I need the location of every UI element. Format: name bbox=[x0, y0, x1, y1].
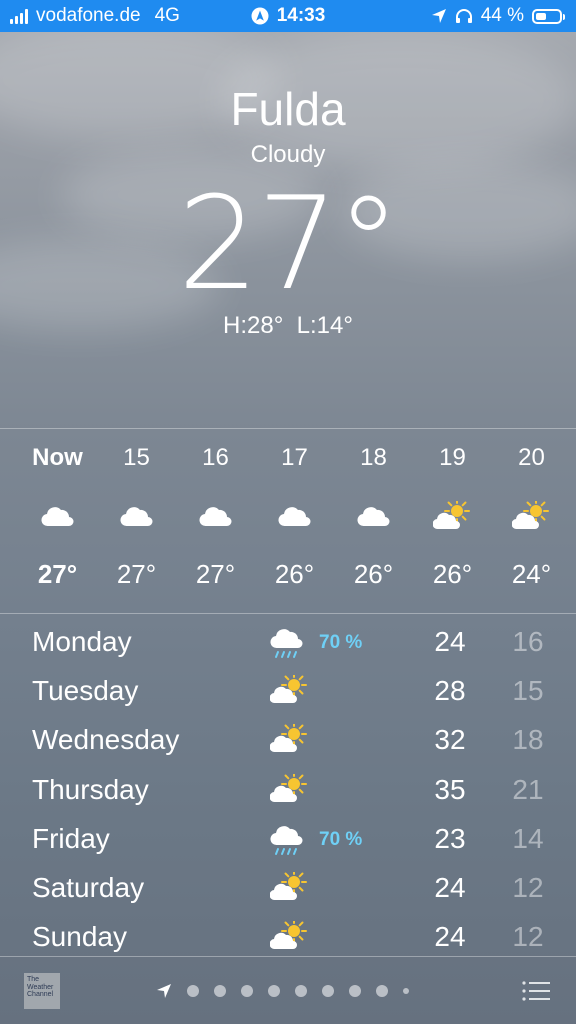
hour-label: 17 bbox=[281, 444, 308, 471]
hour-temperature: 26° bbox=[353, 559, 394, 589]
rain-icon bbox=[270, 823, 314, 859]
partly-sunny-icon bbox=[432, 476, 473, 556]
daily-row: Wednesday 32 18 bbox=[0, 718, 576, 767]
cloud-icon bbox=[198, 476, 233, 556]
day-name: Wednesday bbox=[32, 724, 180, 756]
low-temperature: 16 bbox=[512, 626, 544, 657]
low-temperature: 14 bbox=[512, 822, 544, 854]
high-low-label: H:28° L:14° bbox=[223, 312, 353, 339]
hour-temperature: 26° bbox=[432, 559, 473, 589]
daily-row: Thursday 35 21 bbox=[0, 768, 576, 817]
hourly-item: 15 27° bbox=[97, 440, 176, 592]
hour-label: 15 bbox=[123, 444, 150, 471]
hour-temperature: 27° bbox=[37, 559, 78, 589]
partly-sunny-icon bbox=[269, 770, 314, 810]
day-name: Saturday bbox=[32, 871, 145, 903]
daily-row: Saturday 24 12 bbox=[0, 866, 576, 915]
hourly-forecast[interactable]: Now 27° 15 27° 16 27° 17 26° 18 26° 19 26° 20 24° bbox=[18, 440, 576, 592]
day-name: Friday bbox=[32, 822, 110, 854]
high-temperature: 32 bbox=[434, 724, 466, 756]
partly-sunny-icon bbox=[269, 868, 314, 908]
cloud-icon bbox=[277, 476, 312, 556]
page-indicator[interactable] bbox=[156, 983, 409, 999]
current-temperature: 27° bbox=[177, 170, 401, 319]
page-dot[interactable] bbox=[376, 985, 388, 997]
hour-temperature: 27° bbox=[116, 559, 157, 589]
location-arrow-icon bbox=[431, 9, 446, 23]
high-temperature: 28 bbox=[434, 675, 466, 707]
hourly-item: 18 26° bbox=[334, 440, 413, 592]
headphones-icon bbox=[455, 9, 472, 23]
page-dot[interactable] bbox=[214, 985, 226, 997]
cloud-icon bbox=[356, 476, 391, 556]
page-dot[interactable] bbox=[295, 985, 307, 997]
divider-top bbox=[0, 428, 576, 429]
divider-mid bbox=[0, 613, 576, 614]
daily-forecast[interactable]: Monday 70 % 24 16 Tuesday 28 15 Wednesday 32 18 Th… bbox=[0, 620, 576, 964]
low-temperature: 12 bbox=[512, 871, 544, 903]
hourly-item: Now 27° bbox=[18, 440, 97, 592]
day-name: Tuesday bbox=[32, 675, 139, 707]
daily-row: Monday 70 % 24 16 bbox=[0, 620, 576, 669]
hour-label: Now bbox=[32, 444, 83, 471]
page-dot[interactable] bbox=[241, 985, 253, 997]
page-dot[interactable] bbox=[187, 985, 199, 997]
low-temperature: 21 bbox=[512, 773, 544, 805]
partly-sunny-icon bbox=[269, 672, 314, 711]
hourly-item: 19 26° bbox=[413, 440, 492, 592]
battery-percent: 44 % bbox=[480, 5, 524, 26]
page-dot[interactable] bbox=[349, 985, 361, 997]
low-temperature: 12 bbox=[512, 921, 544, 953]
screen-lock-icon bbox=[251, 7, 269, 25]
page-dot[interactable] bbox=[322, 985, 334, 997]
bottom-bar: The Weather Channel bbox=[0, 957, 576, 1024]
cloud-icon bbox=[119, 476, 154, 556]
low-temperature: 15 bbox=[512, 675, 544, 707]
high-temperature: 35 bbox=[434, 773, 466, 805]
location-arrow-icon bbox=[157, 984, 171, 998]
clock: 14:33 bbox=[276, 5, 326, 26]
hour-label: 20 bbox=[518, 444, 545, 471]
hour-label: 18 bbox=[360, 444, 387, 471]
hour-label: 19 bbox=[439, 444, 466, 471]
rain-icon bbox=[270, 626, 314, 662]
day-name: Sunday bbox=[32, 921, 127, 953]
partly-sunny-icon bbox=[269, 721, 314, 760]
day-name: Thursday bbox=[32, 773, 149, 805]
partly-sunny-icon bbox=[511, 476, 552, 556]
page-dot[interactable] bbox=[268, 985, 280, 997]
high-temperature: 24 bbox=[434, 871, 466, 903]
hour-temperature: 24° bbox=[511, 559, 552, 589]
battery-icon bbox=[532, 8, 565, 24]
high-temperature: 23 bbox=[434, 822, 466, 854]
precipitation-chance: 70 % bbox=[319, 828, 363, 850]
day-name: Monday bbox=[32, 626, 132, 657]
page-dot[interactable] bbox=[403, 988, 409, 994]
cloud-icon bbox=[40, 476, 75, 556]
hourly-item: 20 24° bbox=[492, 440, 571, 592]
hour-label: 16 bbox=[202, 444, 229, 471]
daily-row: Tuesday 28 15 bbox=[0, 669, 576, 718]
list-icon[interactable] bbox=[522, 981, 550, 1001]
weather-channel-logo[interactable]: The Weather Channel bbox=[24, 973, 60, 1009]
high-temperature: 24 bbox=[434, 921, 466, 953]
hour-temperature: 26° bbox=[274, 559, 315, 589]
city-name: Fulda bbox=[230, 83, 346, 135]
daily-row: Friday 70 % 23 14 bbox=[0, 817, 576, 866]
partly-sunny-icon bbox=[269, 918, 314, 957]
hourly-item: 16 27° bbox=[176, 440, 255, 592]
hour-temperature: 27° bbox=[195, 559, 236, 589]
status-bar: vodafone.de 4G 14:33 44 % bbox=[0, 0, 576, 32]
high-temperature: 24 bbox=[434, 626, 466, 657]
hourly-item: 17 26° bbox=[255, 440, 334, 592]
precipitation-chance: 70 % bbox=[319, 632, 363, 653]
condition-label: Cloudy bbox=[250, 141, 326, 168]
low-temperature: 18 bbox=[512, 724, 544, 756]
